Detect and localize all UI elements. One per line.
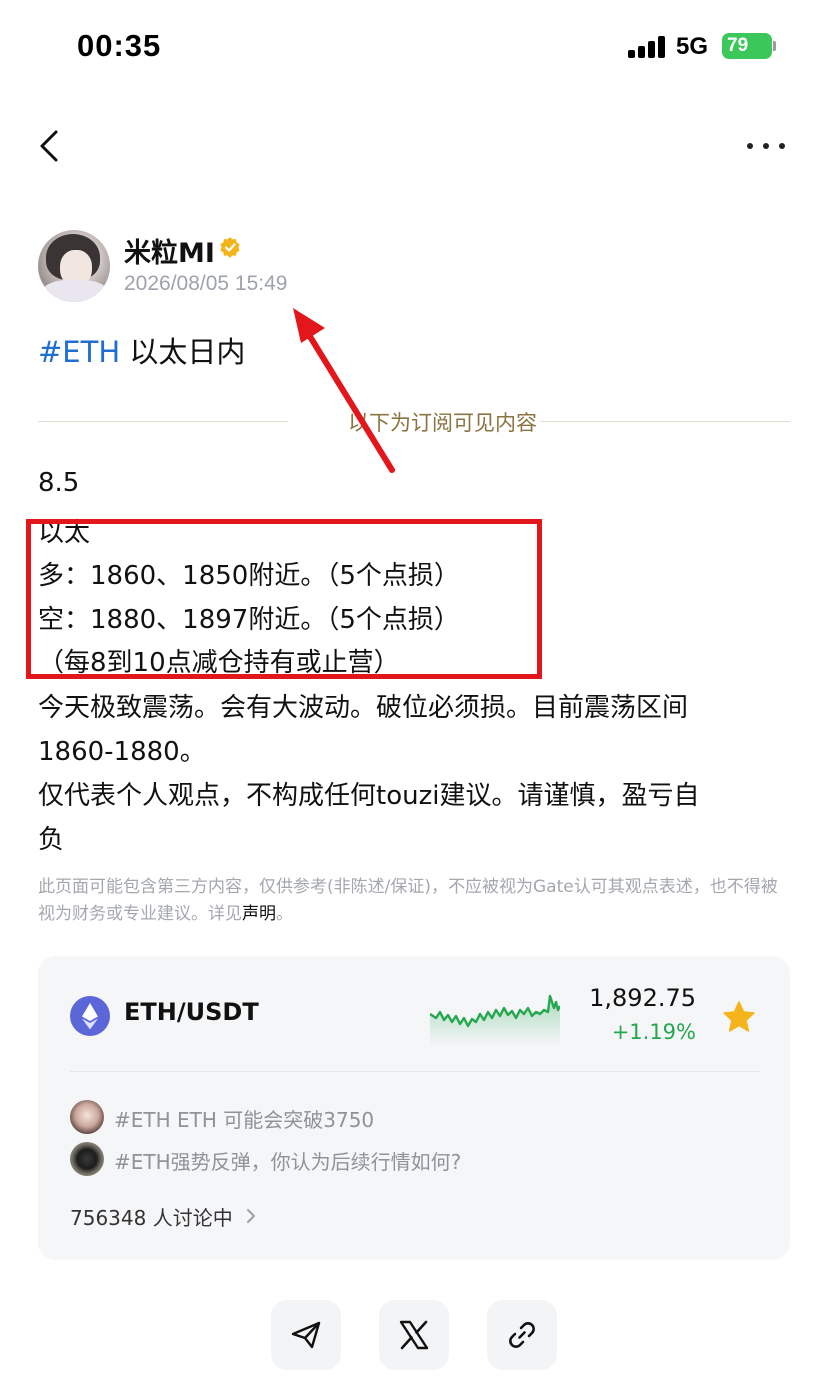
topic-avatar [70, 1100, 104, 1134]
topic-item[interactable]: #ETH ETH 可能会突破3750 [70, 1100, 760, 1134]
body-line: 8.5 [38, 468, 80, 498]
more-options-button[interactable] [744, 128, 788, 164]
disclaimer-text: 此页面可能包含第三方内容，仅供参考(非陈述/保证)，不应被视为Gate认可其观点… [38, 874, 778, 928]
disclaimer-statement-link[interactable]: 声明 [242, 904, 276, 924]
author-name[interactable]: 米粒MI [124, 231, 215, 270]
author-avatar[interactable] [38, 230, 110, 302]
chevron-left-icon [40, 130, 58, 162]
network-label: 5G [676, 33, 709, 60]
battery-level: 79 [727, 35, 749, 56]
post-title: #ETH 以太日内 [38, 329, 245, 371]
body-line: 今天极致震荡。会有大波动。破位必须损。目前震荡区间 [38, 693, 689, 723]
link-icon [509, 1322, 535, 1348]
discussion-count[interactable]: 756348 人讨论中 [70, 1202, 233, 1231]
topic-text: #ETH ETH 可能会突破3750 [114, 1108, 375, 1132]
card-divider [70, 1071, 760, 1072]
price-value: 1,892.75 [589, 984, 696, 1012]
topic-text: #ETH强势反弹，你认为后续行情如何? [114, 1150, 462, 1174]
signal-strength-icon [628, 36, 666, 58]
back-button[interactable] [36, 124, 76, 168]
share-x-button[interactable] [379, 1300, 449, 1370]
body-line: 1860-1880。 [38, 737, 206, 767]
body-line: 负 [38, 825, 65, 855]
disclaimer-body: 此页面可能包含第三方内容，仅供参考(非陈述/保证)，不应被视为Gate认可其观点… [38, 877, 778, 924]
hashtag-link[interactable]: #ETH [38, 335, 120, 369]
market-card[interactable]: ETH/USDT 1,892.75 +1.19% #ETH ETH 可能会突破3… [38, 956, 790, 1260]
verified-badge-icon [220, 237, 240, 258]
price-change: +1.19% [611, 1020, 696, 1044]
battery-tip [773, 41, 776, 51]
status-bar: 00:35 5G 79 [0, 0, 828, 92]
telegram-send-icon [291, 1321, 321, 1349]
favorite-star-icon[interactable] [722, 1000, 756, 1034]
chevron-right-icon [247, 1209, 255, 1223]
x-logo-icon [399, 1320, 429, 1350]
subscription-divider-label: 以下为订阅可见内容 [348, 411, 537, 435]
disclaimer-end: 。 [276, 904, 293, 924]
annotation-highlight-box [26, 519, 542, 679]
copy-link-button[interactable] [487, 1300, 557, 1370]
trading-pair: ETH/USDT [124, 998, 259, 1026]
topic-item[interactable]: #ETH强势反弹，你认为后续行情如何? [70, 1142, 760, 1176]
subscription-divider: 以下为订阅可见内容 [38, 405, 790, 439]
topic-avatar [70, 1142, 104, 1176]
body-line: 仅代表个人观点，不构成任何touzi建议。请谨慎，盈亏自 [38, 781, 700, 811]
share-telegram-button[interactable] [271, 1300, 341, 1370]
eth-coin-icon [70, 996, 110, 1036]
status-time: 00:35 [77, 28, 162, 63]
battery-icon: 79 [722, 33, 772, 59]
post-title-text: 以太日内 [120, 335, 246, 369]
more-dots-icon [747, 143, 785, 149]
post-timestamp: 2026/08/05 15:49 [124, 272, 288, 295]
